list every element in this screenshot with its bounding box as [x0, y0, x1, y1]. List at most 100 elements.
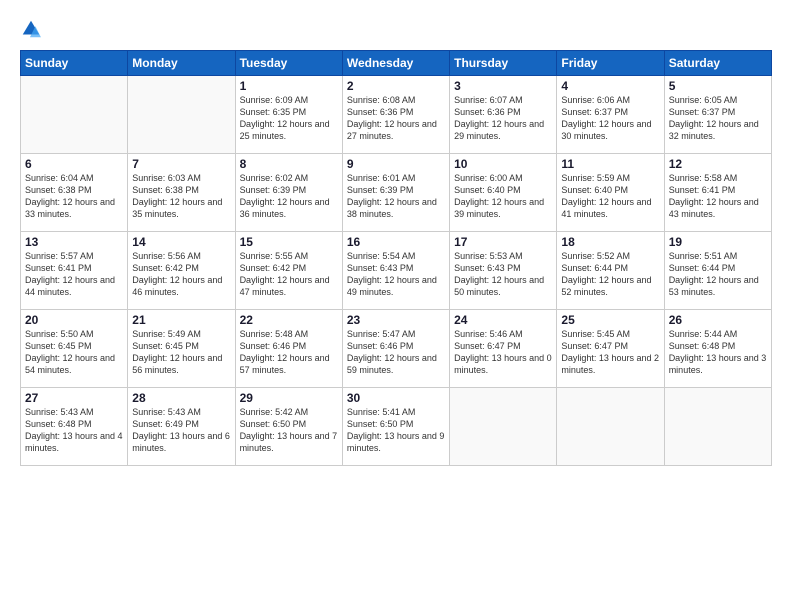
calendar-cell [664, 388, 771, 466]
calendar-table: SundayMondayTuesdayWednesdayThursdayFrid… [20, 50, 772, 466]
calendar-cell: 6Sunrise: 6:04 AMSunset: 6:38 PMDaylight… [21, 154, 128, 232]
day-number: 18 [561, 235, 659, 249]
day-number: 9 [347, 157, 445, 171]
weekday-header-wednesday: Wednesday [342, 51, 449, 76]
logo-icon [20, 18, 42, 40]
cell-info: Sunrise: 6:07 AMSunset: 6:36 PMDaylight:… [454, 94, 552, 143]
cell-info: Sunrise: 6:06 AMSunset: 6:37 PMDaylight:… [561, 94, 659, 143]
day-number: 8 [240, 157, 338, 171]
calendar-cell: 1Sunrise: 6:09 AMSunset: 6:35 PMDaylight… [235, 76, 342, 154]
day-number: 22 [240, 313, 338, 327]
calendar-cell: 24Sunrise: 5:46 AMSunset: 6:47 PMDayligh… [450, 310, 557, 388]
cell-info: Sunrise: 5:43 AMSunset: 6:49 PMDaylight:… [132, 406, 230, 455]
calendar-cell: 17Sunrise: 5:53 AMSunset: 6:43 PMDayligh… [450, 232, 557, 310]
day-number: 25 [561, 313, 659, 327]
calendar-cell: 13Sunrise: 5:57 AMSunset: 6:41 PMDayligh… [21, 232, 128, 310]
cell-info: Sunrise: 6:02 AMSunset: 6:39 PMDaylight:… [240, 172, 338, 221]
calendar-cell: 15Sunrise: 5:55 AMSunset: 6:42 PMDayligh… [235, 232, 342, 310]
day-number: 24 [454, 313, 552, 327]
calendar-cell [128, 76, 235, 154]
weekday-header-tuesday: Tuesday [235, 51, 342, 76]
cell-info: Sunrise: 5:52 AMSunset: 6:44 PMDaylight:… [561, 250, 659, 299]
week-row-1: 1Sunrise: 6:09 AMSunset: 6:35 PMDaylight… [21, 76, 772, 154]
cell-info: Sunrise: 5:47 AMSunset: 6:46 PMDaylight:… [347, 328, 445, 377]
page: SundayMondayTuesdayWednesdayThursdayFrid… [0, 0, 792, 612]
calendar-cell: 11Sunrise: 5:59 AMSunset: 6:40 PMDayligh… [557, 154, 664, 232]
week-row-5: 27Sunrise: 5:43 AMSunset: 6:48 PMDayligh… [21, 388, 772, 466]
calendar-cell: 5Sunrise: 6:05 AMSunset: 6:37 PMDaylight… [664, 76, 771, 154]
day-number: 7 [132, 157, 230, 171]
day-number: 5 [669, 79, 767, 93]
day-number: 29 [240, 391, 338, 405]
day-number: 30 [347, 391, 445, 405]
day-number: 16 [347, 235, 445, 249]
calendar-cell: 25Sunrise: 5:45 AMSunset: 6:47 PMDayligh… [557, 310, 664, 388]
cell-info: Sunrise: 5:42 AMSunset: 6:50 PMDaylight:… [240, 406, 338, 455]
day-number: 19 [669, 235, 767, 249]
cell-info: Sunrise: 5:51 AMSunset: 6:44 PMDaylight:… [669, 250, 767, 299]
week-row-2: 6Sunrise: 6:04 AMSunset: 6:38 PMDaylight… [21, 154, 772, 232]
weekday-header-thursday: Thursday [450, 51, 557, 76]
weekday-header-monday: Monday [128, 51, 235, 76]
calendar-cell: 4Sunrise: 6:06 AMSunset: 6:37 PMDaylight… [557, 76, 664, 154]
calendar-cell: 30Sunrise: 5:41 AMSunset: 6:50 PMDayligh… [342, 388, 449, 466]
calendar-cell [21, 76, 128, 154]
cell-info: Sunrise: 6:00 AMSunset: 6:40 PMDaylight:… [454, 172, 552, 221]
calendar-cell: 22Sunrise: 5:48 AMSunset: 6:46 PMDayligh… [235, 310, 342, 388]
cell-info: Sunrise: 5:56 AMSunset: 6:42 PMDaylight:… [132, 250, 230, 299]
cell-info: Sunrise: 5:55 AMSunset: 6:42 PMDaylight:… [240, 250, 338, 299]
cell-info: Sunrise: 5:59 AMSunset: 6:40 PMDaylight:… [561, 172, 659, 221]
cell-info: Sunrise: 5:57 AMSunset: 6:41 PMDaylight:… [25, 250, 123, 299]
cell-info: Sunrise: 5:44 AMSunset: 6:48 PMDaylight:… [669, 328, 767, 377]
day-number: 4 [561, 79, 659, 93]
calendar-cell: 7Sunrise: 6:03 AMSunset: 6:38 PMDaylight… [128, 154, 235, 232]
cell-info: Sunrise: 5:48 AMSunset: 6:46 PMDaylight:… [240, 328, 338, 377]
cell-info: Sunrise: 5:45 AMSunset: 6:47 PMDaylight:… [561, 328, 659, 377]
week-row-3: 13Sunrise: 5:57 AMSunset: 6:41 PMDayligh… [21, 232, 772, 310]
calendar-cell: 12Sunrise: 5:58 AMSunset: 6:41 PMDayligh… [664, 154, 771, 232]
calendar-cell: 2Sunrise: 6:08 AMSunset: 6:36 PMDaylight… [342, 76, 449, 154]
cell-info: Sunrise: 6:05 AMSunset: 6:37 PMDaylight:… [669, 94, 767, 143]
calendar-cell: 14Sunrise: 5:56 AMSunset: 6:42 PMDayligh… [128, 232, 235, 310]
cell-info: Sunrise: 5:46 AMSunset: 6:47 PMDaylight:… [454, 328, 552, 377]
weekday-header-saturday: Saturday [664, 51, 771, 76]
cell-info: Sunrise: 5:43 AMSunset: 6:48 PMDaylight:… [25, 406, 123, 455]
calendar-cell: 3Sunrise: 6:07 AMSunset: 6:36 PMDaylight… [450, 76, 557, 154]
calendar-cell: 21Sunrise: 5:49 AMSunset: 6:45 PMDayligh… [128, 310, 235, 388]
calendar-cell: 27Sunrise: 5:43 AMSunset: 6:48 PMDayligh… [21, 388, 128, 466]
cell-info: Sunrise: 6:09 AMSunset: 6:35 PMDaylight:… [240, 94, 338, 143]
day-number: 1 [240, 79, 338, 93]
day-number: 14 [132, 235, 230, 249]
weekday-header-sunday: Sunday [21, 51, 128, 76]
day-number: 11 [561, 157, 659, 171]
weekday-header-friday: Friday [557, 51, 664, 76]
cell-info: Sunrise: 6:04 AMSunset: 6:38 PMDaylight:… [25, 172, 123, 221]
cell-info: Sunrise: 6:01 AMSunset: 6:39 PMDaylight:… [347, 172, 445, 221]
calendar-cell [450, 388, 557, 466]
header [20, 18, 772, 40]
logo [20, 18, 44, 40]
day-number: 28 [132, 391, 230, 405]
cell-info: Sunrise: 5:41 AMSunset: 6:50 PMDaylight:… [347, 406, 445, 455]
week-row-4: 20Sunrise: 5:50 AMSunset: 6:45 PMDayligh… [21, 310, 772, 388]
calendar-cell: 28Sunrise: 5:43 AMSunset: 6:49 PMDayligh… [128, 388, 235, 466]
calendar-cell: 9Sunrise: 6:01 AMSunset: 6:39 PMDaylight… [342, 154, 449, 232]
calendar-cell: 16Sunrise: 5:54 AMSunset: 6:43 PMDayligh… [342, 232, 449, 310]
calendar-cell: 20Sunrise: 5:50 AMSunset: 6:45 PMDayligh… [21, 310, 128, 388]
day-number: 13 [25, 235, 123, 249]
day-number: 21 [132, 313, 230, 327]
cell-info: Sunrise: 5:53 AMSunset: 6:43 PMDaylight:… [454, 250, 552, 299]
day-number: 15 [240, 235, 338, 249]
calendar-cell: 19Sunrise: 5:51 AMSunset: 6:44 PMDayligh… [664, 232, 771, 310]
cell-info: Sunrise: 5:54 AMSunset: 6:43 PMDaylight:… [347, 250, 445, 299]
day-number: 10 [454, 157, 552, 171]
calendar-cell: 18Sunrise: 5:52 AMSunset: 6:44 PMDayligh… [557, 232, 664, 310]
calendar-cell: 8Sunrise: 6:02 AMSunset: 6:39 PMDaylight… [235, 154, 342, 232]
calendar-cell: 23Sunrise: 5:47 AMSunset: 6:46 PMDayligh… [342, 310, 449, 388]
day-number: 23 [347, 313, 445, 327]
day-number: 26 [669, 313, 767, 327]
calendar-cell: 29Sunrise: 5:42 AMSunset: 6:50 PMDayligh… [235, 388, 342, 466]
day-number: 20 [25, 313, 123, 327]
cell-info: Sunrise: 5:58 AMSunset: 6:41 PMDaylight:… [669, 172, 767, 221]
cell-info: Sunrise: 6:03 AMSunset: 6:38 PMDaylight:… [132, 172, 230, 221]
